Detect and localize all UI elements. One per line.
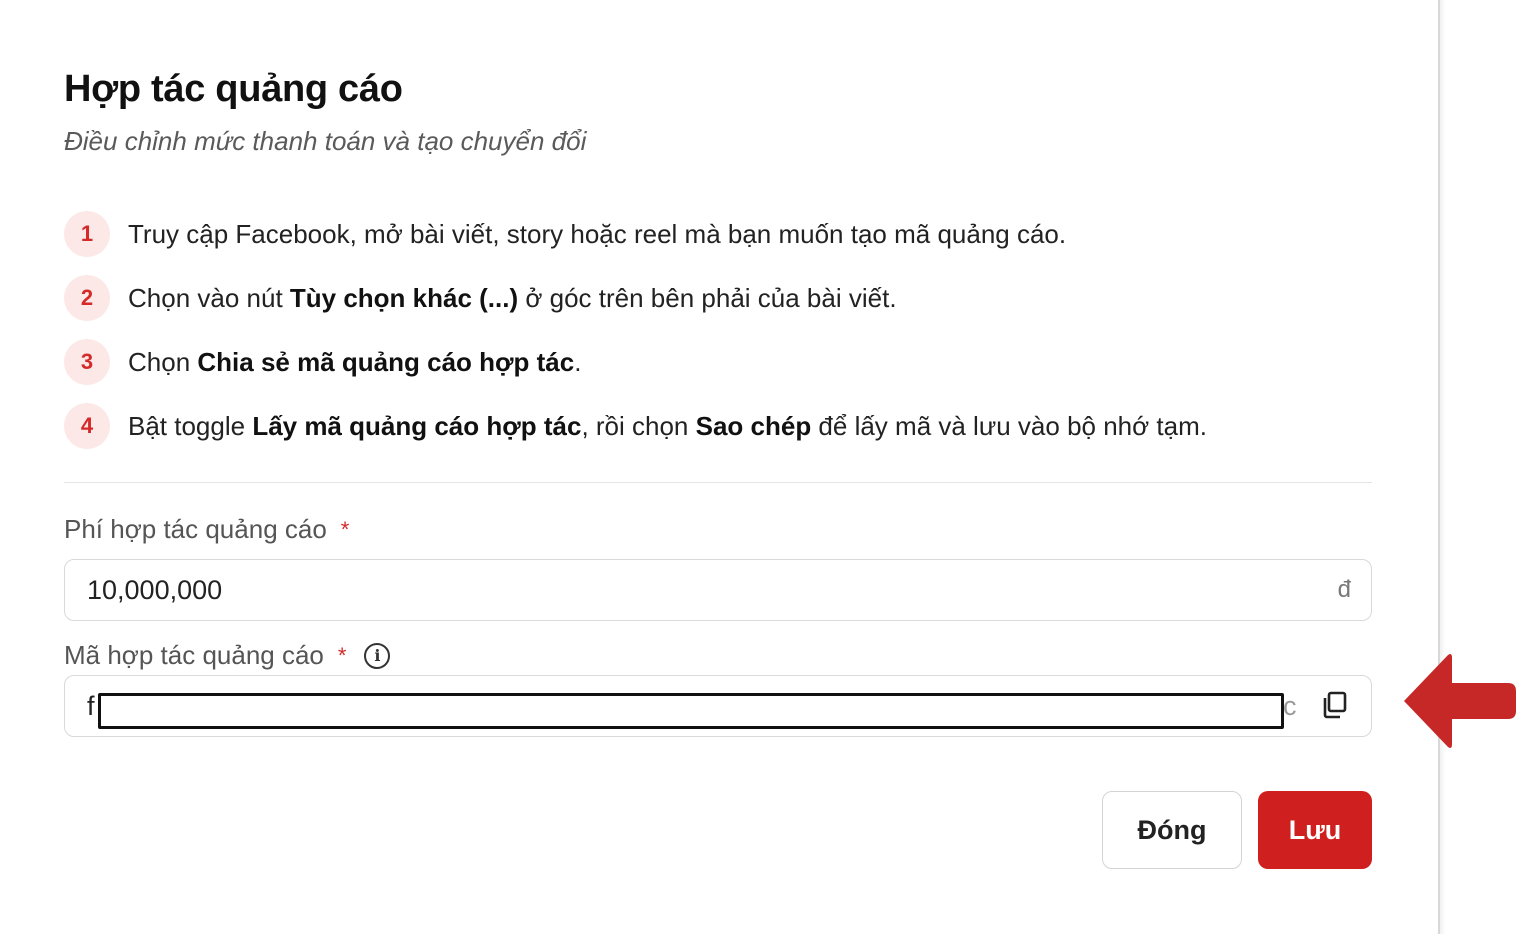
step-number-badge: 3 — [64, 339, 110, 385]
info-icon[interactable]: i — [364, 642, 391, 669]
step-text-part: ở góc trên bên phải của bài viết. — [518, 282, 897, 313]
instruction-step: 4 Bật toggle Lấy mã quảng cáo hợp tác, rồ… — [64, 402, 1207, 450]
code-input[interactable]: f c — [64, 675, 1372, 737]
step-text: Chọn vào nút Tùy chọn khác (...) ở góc t… — [128, 283, 897, 314]
step-text-part: . — [574, 346, 582, 377]
instruction-step: 3 Chọn Chia sẻ mã quảng cáo hợp tác. — [64, 338, 581, 386]
code-label: Mã hợp tác quảng cáo * i — [64, 640, 391, 671]
required-mark: * — [340, 516, 350, 542]
step-text-part: , rồi chọn — [581, 410, 696, 441]
redaction-box — [98, 693, 1284, 729]
step-text-part: Chọn vào nút — [128, 282, 290, 313]
step-text-bold: Tùy chọn khác (...) — [289, 282, 519, 313]
instruction-step: 1 Truy cập Facebook, mở bài viết, story h… — [64, 210, 1066, 258]
modal-title: Hợp tác quảng cáo — [64, 68, 403, 110]
code-input-suffix: c — [1283, 690, 1297, 721]
step-number-badge: 4 — [64, 403, 110, 449]
modal-subtitle: Điều chỉnh mức thanh toán và tạo chuyển … — [64, 126, 587, 156]
save-button[interactable]: Lưu — [1258, 791, 1372, 869]
step-text-part: Chọn — [128, 346, 198, 377]
step-number-badge: 2 — [64, 275, 110, 321]
step-text-part: Bật toggle — [128, 410, 253, 441]
code-label-text: Mã hợp tác quảng cáo — [64, 640, 324, 670]
instruction-step: 2 Chọn vào nút Tùy chọn khác (...) ở góc … — [64, 274, 897, 322]
step-text: Chọn Chia sẻ mã quảng cáo hợp tác. — [128, 347, 581, 378]
fee-label: Phí hợp tác quảng cáo * — [64, 514, 349, 545]
red-arrow-annotation-icon — [1404, 654, 1516, 748]
step-text-bold: Chia sẻ mã quảng cáo hợp tác — [197, 346, 575, 377]
step-text-bold: Sao chép — [695, 410, 812, 441]
fee-input[interactable]: 10,000,000 đ — [64, 559, 1372, 621]
step-text-bold: Lấy mã quảng cáo hợp tác — [252, 410, 582, 441]
code-input-prefix: f — [87, 690, 95, 721]
copy-icon[interactable] — [1319, 690, 1349, 720]
currency-suffix: đ — [1337, 576, 1351, 603]
close-button[interactable]: Đóng — [1102, 791, 1242, 869]
fee-label-text: Phí hợp tác quảng cáo — [64, 514, 327, 544]
required-mark: * — [337, 642, 347, 668]
step-text-part: Truy cập Facebook, mở bài viết, story ho… — [128, 218, 1067, 249]
step-text: Truy cập Facebook, mở bài viết, story ho… — [128, 219, 1066, 250]
step-number-badge: 1 — [64, 211, 110, 257]
fee-input-value[interactable]: 10,000,000 — [87, 560, 222, 620]
step-text-part: để lấy mã và lưu vào bộ nhớ tạm. — [811, 410, 1207, 441]
divider — [64, 482, 1372, 483]
step-text: Bật toggle Lấy mã quảng cáo hợp tác, rồi… — [128, 411, 1207, 442]
